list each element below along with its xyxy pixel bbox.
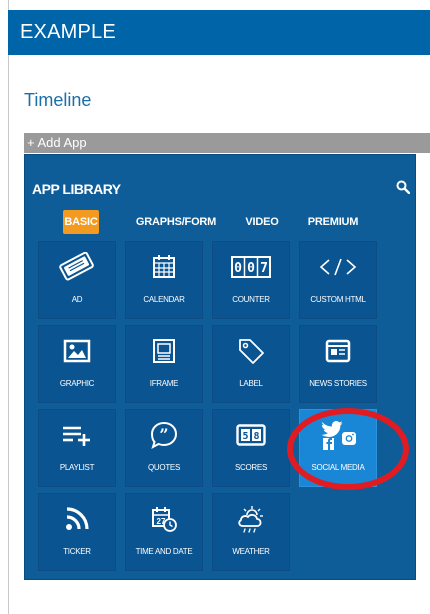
- tab-graphs-form[interactable]: GRAPHS/FORM: [133, 210, 219, 234]
- svg-text:5: 5: [242, 431, 248, 442]
- top-bar: EXAMPLE: [8, 10, 430, 55]
- page-title: Timeline: [24, 90, 92, 110]
- counter-icon: 0 0 7: [213, 252, 289, 282]
- iframe-icon: [126, 336, 202, 366]
- image-icon: [39, 336, 115, 366]
- app-tile-label: QUOTES: [148, 463, 180, 472]
- app-tile-label: WEATHER: [232, 547, 270, 556]
- app-tile-label: NEWS STORIES: [309, 379, 367, 388]
- quote-icon: ”: [126, 420, 202, 450]
- tab-premium[interactable]: PREMIUM: [303, 210, 363, 234]
- app-tile-graphic[interactable]: GRAPHIC: [38, 325, 116, 403]
- app-tile-label: COUNTER: [232, 295, 270, 304]
- app-library-title: APP LIBRARY: [32, 181, 121, 197]
- svg-text:”: ”: [159, 425, 168, 444]
- app-tile-calendar[interactable]: CALENDAR: [125, 241, 203, 319]
- tab-basic[interactable]: BASIC: [63, 210, 99, 234]
- scoreboard-icon: 5 8: [213, 420, 289, 450]
- app-tile-weather[interactable]: WEATHER: [212, 493, 290, 571]
- app-tile-label: GRAPHIC: [59, 379, 95, 388]
- app-tile-scores[interactable]: 5 8 SCORES: [212, 409, 290, 487]
- app-tile-counter[interactable]: 0 0 7 COUNTER: [212, 241, 290, 319]
- ticket-icon: [39, 252, 115, 282]
- app-tile-label-app[interactable]: LABEL: [212, 325, 290, 403]
- app-library-panel: APP LIBRARY BASIC GRAPHS/FORM VIDEO PREM…: [24, 154, 416, 580]
- app-tile-ad[interactable]: AD: [38, 241, 116, 319]
- app-tile-custom-html[interactable]: CUSTOM HTML: [299, 241, 377, 319]
- playlist-icon: [39, 420, 115, 450]
- tag-icon: [213, 336, 289, 366]
- app-tile-iframe[interactable]: IFRAME: [125, 325, 203, 403]
- app-tile-label: TIME AND DATE: [135, 547, 193, 556]
- app-tile-label: PLAYLIST: [59, 463, 95, 472]
- app-tile-news-stories[interactable]: NEWS STORIES: [299, 325, 377, 403]
- svg-text:7: 7: [260, 261, 268, 276]
- app-tile-quotes[interactable]: ” QUOTES: [125, 409, 203, 487]
- highlight-circle-annotation: [287, 408, 409, 490]
- app-tile-label: AD: [71, 295, 83, 304]
- code-icon: [300, 252, 376, 282]
- app-title: EXAMPLE: [20, 21, 116, 43]
- svg-text:0: 0: [247, 261, 255, 276]
- app-tile-label: CALENDAR: [143, 295, 185, 304]
- app-tile-label: CUSTOM HTML: [310, 295, 366, 304]
- app-tile-playlist[interactable]: PLAYLIST: [38, 409, 116, 487]
- app-tile-label: LABEL: [239, 379, 263, 388]
- calendar-clock-icon: 27: [126, 504, 202, 534]
- add-app-button[interactable]: + Add App: [24, 133, 430, 153]
- newspaper-icon: [300, 336, 376, 366]
- app-tile-label: TICKER: [63, 547, 91, 556]
- app-tile-label: IFRAME: [149, 379, 179, 388]
- library-tabs: BASIC GRAPHS/FORM VIDEO PREMIUM: [25, 210, 417, 234]
- app-tile-ticker[interactable]: TICKER: [38, 493, 116, 571]
- app-tile-time-and-date[interactable]: 27 TIME AND DATE: [125, 493, 203, 571]
- rss-icon: [39, 504, 115, 534]
- search-icon[interactable]: [396, 180, 410, 194]
- svg-text:8: 8: [253, 431, 259, 442]
- svg-text:0: 0: [234, 261, 242, 276]
- calendar-icon: [126, 252, 202, 282]
- tab-video[interactable]: VIDEO: [240, 210, 284, 234]
- app-tile-label: SCORES: [235, 463, 267, 472]
- weather-icon: [213, 504, 289, 534]
